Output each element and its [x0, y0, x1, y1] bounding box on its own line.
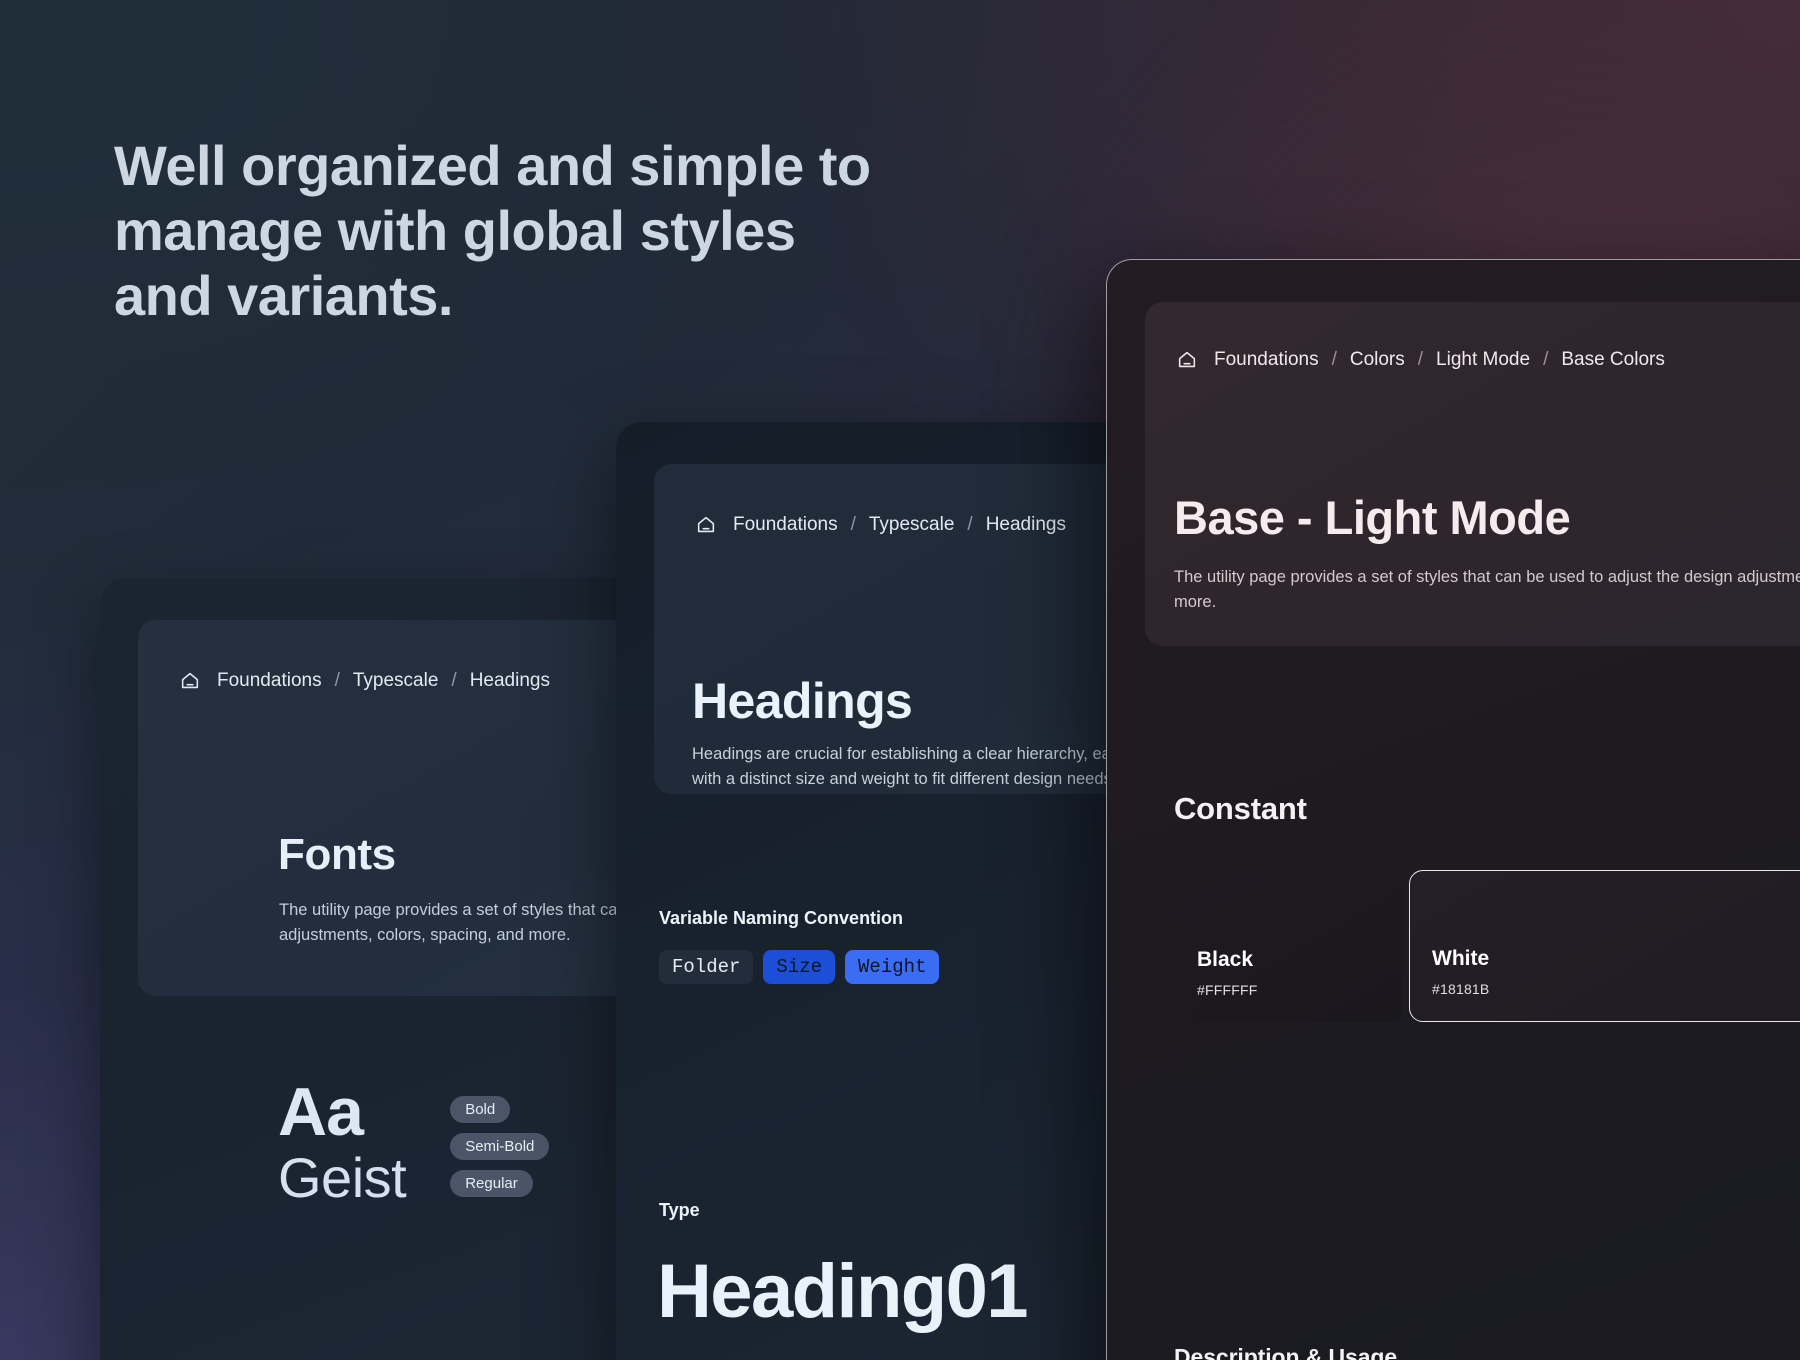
page-title: Headings	[692, 673, 913, 729]
breadcrumb-separator: /	[1417, 349, 1424, 370]
font-specimen: Aa Geist Bold Semi-Bold Regular	[278, 1074, 550, 1209]
token-size[interactable]: Size	[763, 950, 836, 984]
breadcrumb-item-colors[interactable]: Colors	[1350, 349, 1405, 371]
color-swatch-grid: Black #FFFFFF White #18181B	[1175, 870, 1800, 1022]
page-title: Base - Light Mode	[1174, 491, 1571, 544]
breadcrumb: Foundations / Typescale / Headings	[178, 669, 550, 693]
hero-section: Well organized and simple to manage with…	[114, 134, 994, 329]
page-description: Headings are crucial for establishing a …	[692, 745, 1129, 789]
home-icon[interactable]	[694, 513, 718, 537]
swatch-name: White	[1432, 947, 1490, 970]
token-weight[interactable]: Weight	[845, 950, 940, 984]
swatch-name: Black	[1197, 948, 1254, 971]
breadcrumb-item-headings[interactable]: Headings	[986, 514, 1066, 536]
breadcrumb-item-light-mode[interactable]: Light Mode	[1436, 349, 1530, 371]
breadcrumb-item-typescale[interactable]: Typescale	[869, 514, 955, 536]
constant-section-label: Constant	[1174, 791, 1307, 826]
home-icon[interactable]	[1175, 348, 1199, 372]
base-colors-card: Foundations / Colors / Light Mode / Base…	[1106, 259, 1800, 1360]
font-weight-pill-list: Bold Semi-Bold Regular	[450, 1078, 550, 1197]
color-swatch-white[interactable]: White #18181B	[1409, 870, 1800, 1022]
type-section-label: Type	[659, 1200, 700, 1220]
breadcrumb-separator: /	[1331, 349, 1337, 370]
heading-sample-text: Heading01	[657, 1249, 1029, 1334]
breadcrumb-item-foundations[interactable]: Foundations	[1214, 349, 1319, 371]
breadcrumb-item-typescale[interactable]: Typescale	[353, 670, 439, 692]
token-folder[interactable]: Folder	[659, 950, 754, 984]
description-usage-label: Description & Usage	[1174, 1344, 1398, 1360]
page-title: Fonts	[278, 830, 396, 879]
breadcrumb-item-foundations[interactable]: Foundations	[733, 514, 838, 536]
breadcrumb-item-foundations[interactable]: Foundations	[217, 670, 322, 692]
hero-headline-line-3: and variants.	[114, 263, 453, 327]
specimen-letters: Aa Geist	[278, 1074, 407, 1209]
breadcrumb-item-base-colors[interactable]: Base Colors	[1561, 349, 1665, 371]
color-swatch-black[interactable]: Black #FFFFFF	[1175, 870, 1403, 1022]
hero-headline-line-2: manage with global styles	[114, 198, 796, 262]
breadcrumb: Foundations / Typescale / Headings	[694, 513, 1066, 537]
variable-naming-label: Variable Naming Convention	[659, 908, 904, 928]
page-description: The utility page provides a set of style…	[1174, 568, 1800, 612]
breadcrumb-separator: /	[967, 514, 973, 535]
hero-headline-line-1: Well organized and simple to	[114, 134, 871, 197]
font-weight-pill-bold[interactable]: Bold	[450, 1096, 511, 1123]
home-icon[interactable]	[178, 669, 202, 693]
breadcrumb: Foundations / Colors / Light Mode / Base…	[1175, 348, 1665, 372]
hero-headline: Well organized and simple to manage with…	[114, 134, 994, 329]
breadcrumb-separator: /	[850, 514, 856, 535]
breadcrumb-separator: /	[334, 670, 340, 691]
specimen-sample-letters: Aa	[278, 1074, 364, 1150]
breadcrumb-item-headings[interactable]: Headings	[470, 670, 550, 692]
font-weight-pill-semibold[interactable]: Semi-Bold	[450, 1133, 550, 1160]
swatch-hex: #FFFFFF	[1197, 982, 1258, 998]
specimen-family-name: Geist	[278, 1146, 407, 1209]
breadcrumb-separator: /	[1543, 349, 1549, 370]
font-weight-pill-regular[interactable]: Regular	[450, 1170, 533, 1197]
swatch-hex: #18181B	[1432, 981, 1490, 997]
variable-naming-token-row: Folder Size Weight	[659, 950, 940, 984]
breadcrumb-separator: /	[451, 670, 457, 691]
